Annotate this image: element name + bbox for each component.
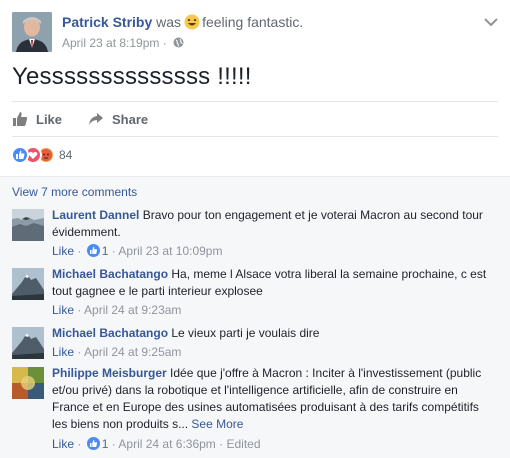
- comments-section: View 7 more comments Laurent Dannel Brav…: [0, 176, 510, 458]
- commenter-name[interactable]: Philippe Meisburger: [52, 366, 167, 380]
- was-text: was: [156, 14, 182, 30]
- comment-meta: Like · April 24 at 9:25am: [52, 345, 181, 359]
- comment-meta: Like · April 24 at 9:23am: [52, 303, 181, 317]
- like-badge-icon: [86, 244, 100, 257]
- comment-like-link[interactable]: Like: [52, 303, 74, 317]
- commenter-avatar[interactable]: [12, 327, 44, 359]
- like-label: Like: [36, 111, 63, 127]
- thumbs-up-icon: [13, 112, 28, 126]
- commenter-name[interactable]: Michael Bachatango: [52, 326, 168, 340]
- commenter-avatar[interactable]: [12, 367, 44, 399]
- author-name[interactable]: Patrick Striby: [62, 14, 152, 30]
- comment-text: Le vieux parti je voulais dire: [171, 326, 320, 340]
- reaction-count: 84: [59, 148, 73, 162]
- meta-separator: ·: [162, 36, 167, 50]
- like-badge-icon: [86, 437, 100, 450]
- share-label: Share: [112, 111, 149, 127]
- comment-body: Laurent Dannel Bravo pour ton engagement…: [52, 207, 492, 241]
- commenter-avatar[interactable]: [12, 209, 44, 241]
- comment-meta: Like · 1 · April 24 at 6:36pm · Edited: [52, 437, 261, 451]
- chevron-down-icon[interactable]: [484, 14, 498, 27]
- author-avatar[interactable]: [12, 12, 52, 52]
- see-more-link[interactable]: See More: [191, 417, 243, 431]
- comment-time[interactable]: April 23 at 10:09pm: [118, 244, 222, 258]
- share-button[interactable]: Share: [88, 102, 148, 136]
- edited-label[interactable]: Edited: [226, 437, 260, 451]
- globe-icon[interactable]: [173, 37, 184, 48]
- post-text: Yessssssssssssss !!!!!: [12, 63, 252, 90]
- comment-like-link[interactable]: Like: [52, 244, 74, 258]
- comment-body: Philippe Meisburger Idée que j'offre à M…: [52, 365, 492, 433]
- post-meta: April 23 at 8:19pm ·: [62, 36, 184, 50]
- view-more-comments-link[interactable]: View 7 more comments: [12, 185, 137, 199]
- meta-separator: ·: [77, 345, 82, 359]
- comment-meta: Like · 1 · April 23 at 10:09pm: [52, 244, 222, 258]
- post-header: Patrick Striby was feeling fantastic. Apr…: [12, 10, 498, 54]
- post-actions: Like Share: [12, 101, 498, 137]
- meta-separator: ·: [111, 437, 116, 451]
- comment-time[interactable]: April 24 at 6:36pm: [118, 437, 215, 451]
- post-date[interactable]: April 23 at 8:19pm: [62, 36, 159, 50]
- author-line: Patrick Striby was feeling fantastic.: [62, 14, 303, 30]
- feeling-text: feeling fantastic.: [202, 14, 304, 30]
- meta-separator: ·: [111, 244, 116, 258]
- comment-body: Michael Bachatango Ha, meme l Alsace vot…: [52, 266, 492, 300]
- feeling-emoji-icon: [184, 14, 200, 30]
- comment-like-count[interactable]: 1: [102, 244, 109, 258]
- meta-separator: ·: [77, 303, 82, 317]
- meta-separator: ·: [77, 244, 82, 258]
- commenter-name[interactable]: Michael Bachatango: [52, 267, 168, 281]
- meta-separator: ·: [219, 437, 224, 451]
- like-reaction-icon: [11, 146, 29, 164]
- like-button[interactable]: Like: [12, 102, 62, 136]
- comment-like-link[interactable]: Like: [52, 437, 74, 451]
- commenter-name[interactable]: Laurent Dannel: [52, 208, 139, 222]
- comment-like-link[interactable]: Like: [52, 345, 74, 359]
- comment-like-count[interactable]: 1: [102, 437, 109, 451]
- share-arrow-icon: [89, 113, 103, 125]
- commenter-avatar[interactable]: [12, 268, 44, 300]
- comment-body: Michael Bachatango Le vieux parti je vou…: [52, 325, 492, 342]
- comment-time[interactable]: April 24 at 9:25am: [84, 345, 181, 359]
- comment-time[interactable]: April 24 at 9:23am: [84, 303, 181, 317]
- meta-separator: ·: [77, 437, 82, 451]
- reactions-summary[interactable]: 84: [11, 146, 72, 164]
